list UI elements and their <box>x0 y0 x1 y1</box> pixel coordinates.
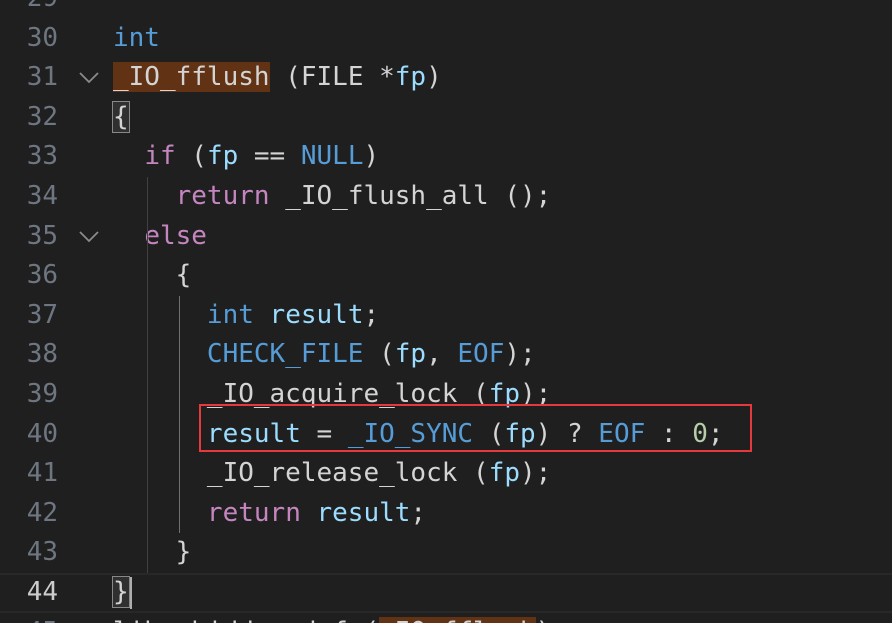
line-number: 44 <box>26 577 58 607</box>
code-token: , <box>426 339 458 370</box>
code-token: return <box>206 497 301 528</box>
code-line[interactable]: 34 return _IO_flush_all (); <box>0 177 892 217</box>
code-line[interactable]: 38 CHECK_FILE (fp, EOF); <box>0 335 892 375</box>
code-text: CHECK_FILE (fp, EOF); <box>113 335 536 375</box>
indent-guide <box>147 177 148 257</box>
line-number: 39 <box>26 379 58 409</box>
code-text: if (fp == NULL) <box>113 137 379 177</box>
line-number: 42 <box>26 497 58 528</box>
indent-guide <box>147 256 148 573</box>
code-text: { <box>112 98 130 138</box>
code-line[interactable]: 36 { <box>0 256 892 296</box>
text-cursor <box>130 577 132 609</box>
code-editor[interactable]: 2930int31_IO_fflush (FILE *fp)32{33 if (… <box>0 0 892 623</box>
code-line[interactable]: 31 _IO_fflush (FILE *fp) <box>0 58 892 98</box>
code-token: ); <box>520 458 552 489</box>
code-token: } <box>113 537 192 568</box>
code-line[interactable]: 43 } <box>0 533 892 573</box>
code-text: _IO_fflush (FILE *fp) <box>113 58 442 98</box>
code-text: int <box>113 19 160 59</box>
code-token: int <box>206 299 254 330</box>
code-text: int result; <box>113 296 379 336</box>
code-line[interactable]: 41 _IO_release_lock (fp); <box>0 454 892 494</box>
line-number: 30 <box>26 22 58 53</box>
code-token: _IO_flush_all (); <box>269 181 552 211</box>
code-token: int <box>113 22 160 53</box>
code-line[interactable]: 37 int result; <box>0 296 892 336</box>
code-token: return <box>175 181 270 211</box>
code-token: fp <box>206 141 239 172</box>
code-token: fp <box>488 458 520 489</box>
code-token: fp <box>394 339 427 370</box>
code-line[interactable]: 35 else <box>0 217 892 257</box>
code-token: } <box>112 576 130 608</box>
code-token: ( <box>363 339 395 370</box>
code-token: (FILE * <box>269 62 395 93</box>
code-line[interactable]: 30 int <box>0 19 892 59</box>
highlight-box <box>199 404 752 452</box>
line-number: 31 <box>26 62 58 93</box>
line-number: 41 <box>26 458 58 489</box>
code-line[interactable]: 45 libc_hidden_def (_IO_fflush) <box>0 613 892 623</box>
line-number: 43 <box>26 537 58 568</box>
code-text: return _IO_flush_all (); <box>113 177 552 217</box>
code-text: libc_hidden_def (_IO_fflush) <box>113 613 551 623</box>
code-token: libc_hidden_def ( <box>113 617 379 623</box>
code-token: if <box>144 141 176 172</box>
code-text: { <box>113 256 192 296</box>
line-number: 35 <box>26 220 58 251</box>
code-text: return result; <box>113 494 426 534</box>
code-token: else <box>144 220 207 251</box>
code-line[interactable]: 32 { <box>0 98 892 138</box>
code-token: ( <box>175 141 207 172</box>
code-token: ) <box>426 62 442 93</box>
code-text: else <box>113 217 207 257</box>
code-token: ); <box>504 339 536 370</box>
code-token: ) <box>363 141 380 172</box>
code-token: result <box>269 299 364 330</box>
code-token: ; <box>410 497 427 528</box>
code-line[interactable]: 42 return result; <box>0 494 892 534</box>
indent-guide <box>179 295 180 534</box>
code-token: _IO_fflush <box>113 62 270 93</box>
line-number: 36 <box>26 260 58 291</box>
line-number: 45 <box>0 613 58 623</box>
code-token: _IO_release_lock ( <box>113 458 489 489</box>
line-number: 29 <box>0 0 58 19</box>
code-token: == <box>238 141 301 172</box>
line-number: 32 <box>26 101 58 132</box>
code-token: ; <box>363 299 380 330</box>
line-number: 34 <box>26 181 58 211</box>
code-token: EOF <box>457 339 505 370</box>
code-token: fp <box>394 62 427 93</box>
code-line[interactable]: 44} <box>0 573 892 613</box>
code-token: _IO_fflush <box>379 616 536 623</box>
code-text: } <box>112 575 130 611</box>
code-token: { <box>112 100 130 133</box>
code-line[interactable]: 33 if (fp == NULL) <box>0 137 892 177</box>
code-token: NULL <box>300 141 364 172</box>
line-number: 40 <box>26 418 58 449</box>
code-token: ) <box>536 617 552 623</box>
line-number: 33 <box>26 141 58 172</box>
code-token: CHECK_FILE <box>206 339 364 370</box>
line-number: 37 <box>26 299 58 330</box>
code-line[interactable]: 29 <box>0 0 892 19</box>
code-text: } <box>113 533 192 573</box>
code-token: { <box>113 260 192 291</box>
code-token: result <box>316 497 411 528</box>
line-number: 38 <box>26 339 58 370</box>
